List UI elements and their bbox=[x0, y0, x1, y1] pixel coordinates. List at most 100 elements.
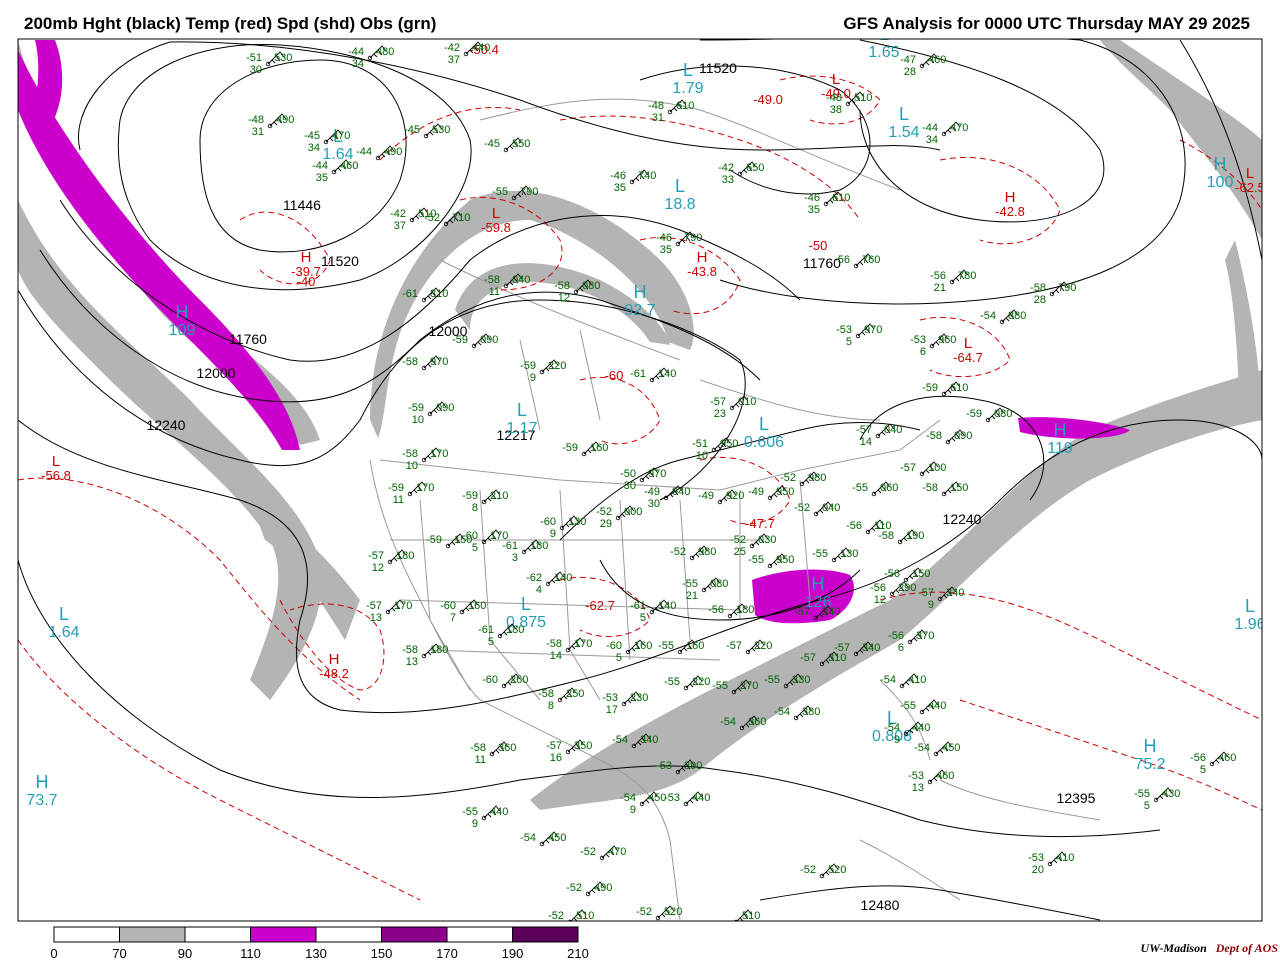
high-center-marker: H-48.2 bbox=[319, 651, 349, 681]
temperature-contour-label: -60 bbox=[605, 368, 624, 383]
obs-height: 950 bbox=[776, 486, 794, 498]
obs-temperature: -52 bbox=[566, 882, 582, 894]
obs-dewpoint-depression: 31 bbox=[252, 126, 264, 138]
station-observation: -52 510 bbox=[548, 909, 594, 922]
obs-height: 340 bbox=[862, 642, 880, 654]
height-contour-label: 11520 bbox=[321, 253, 359, 269]
obs-height: 470 bbox=[950, 122, 968, 134]
station-observation: -58 250 8 bbox=[538, 687, 584, 712]
obs-temperature: -54 bbox=[612, 734, 628, 746]
obs-height: 230 bbox=[630, 692, 648, 704]
obs-height: 430 bbox=[1162, 788, 1180, 800]
obs-height: 710 bbox=[452, 212, 470, 224]
obs-height: 080 bbox=[582, 280, 600, 292]
center-letter: H bbox=[812, 574, 825, 594]
obs-temperature: -44 bbox=[348, 46, 364, 58]
station-observation: -55 430 5 bbox=[1134, 787, 1180, 812]
legend-tick-label: 210 bbox=[567, 946, 589, 960]
station-observation: -58 790 28 bbox=[1030, 281, 1076, 306]
obs-height: 260 bbox=[510, 674, 528, 686]
obs-temperature: -57 bbox=[918, 587, 934, 599]
obs-dewpoint-depression: 13 bbox=[370, 612, 382, 624]
station-observation: -52 980 bbox=[780, 471, 826, 487]
obs-temperature: -53 bbox=[910, 334, 926, 346]
obs-temperature: -52 bbox=[596, 506, 612, 518]
obs-dewpoint-depression: 12 bbox=[372, 562, 384, 574]
obs-height: 140 bbox=[554, 572, 572, 584]
obs-height: 920 bbox=[726, 490, 744, 502]
obs-height: 030 bbox=[758, 534, 776, 546]
obs-temperature: -56 bbox=[870, 582, 886, 594]
height-contour-label: 12480 bbox=[861, 897, 900, 913]
obs-temperature: -55 bbox=[712, 680, 728, 692]
obs-dewpoint-depression: 30 bbox=[648, 498, 660, 510]
obs-temperature: -53 bbox=[656, 760, 672, 772]
obs-height: 970 bbox=[430, 356, 448, 368]
obs-height: 090 bbox=[436, 402, 454, 414]
station-observation: -52 000 29 bbox=[596, 505, 642, 530]
obs-height: 970 bbox=[648, 468, 666, 480]
obs-temperature: -57 bbox=[794, 606, 810, 618]
obs-temperature: -55 bbox=[764, 674, 780, 686]
obs-height: 160 bbox=[634, 640, 652, 652]
station-observation: -44 460 35 bbox=[312, 159, 358, 184]
legend-swatch bbox=[184, 926, 251, 943]
obs-height: 410 bbox=[908, 674, 926, 686]
center-value: -62.5 bbox=[1235, 180, 1265, 195]
obs-temperature: -57 bbox=[546, 740, 562, 752]
obs-dewpoint-depression: 5 bbox=[616, 652, 622, 664]
obs-temperature: -53 bbox=[1028, 852, 1044, 864]
center-value: 1.17 bbox=[506, 420, 537, 437]
temperature-contour-label: -50 bbox=[809, 238, 828, 253]
obs-temperature: -60 bbox=[540, 516, 556, 528]
station-observation: -61 810 bbox=[402, 287, 448, 303]
low-center-marker: L18.8 bbox=[664, 176, 695, 213]
obs-temperature: -49 bbox=[748, 486, 764, 498]
center-letter: H bbox=[1214, 154, 1227, 174]
obs-height: 980 bbox=[808, 472, 826, 484]
obs-temperature: -57 bbox=[726, 640, 742, 652]
obs-height: 510 bbox=[576, 910, 594, 922]
obs-height: 160 bbox=[686, 640, 704, 652]
obs-temperature: -46 bbox=[610, 170, 626, 182]
jet-max-atlantic bbox=[1018, 417, 1130, 439]
obs-dewpoint-depression: 7 bbox=[450, 612, 456, 624]
temperature-contour-label: -49.0 bbox=[753, 92, 783, 107]
obs-height: 490 bbox=[384, 146, 402, 158]
obs-temperature: -55 bbox=[900, 700, 916, 712]
center-value: 109 bbox=[169, 322, 196, 339]
center-letter: L bbox=[879, 24, 889, 44]
obs-temperature: -59 bbox=[520, 360, 536, 372]
obs-temperature: -61 bbox=[502, 540, 518, 552]
obs-temperature: -52 bbox=[424, 212, 440, 224]
station-observation: -60 160 7 bbox=[440, 599, 486, 624]
station-observation: -59 210 8 bbox=[462, 489, 508, 514]
obs-height: 270 bbox=[740, 680, 758, 692]
legend-tick-label: 0 bbox=[50, 946, 57, 960]
high-center-marker: H-39.7 bbox=[291, 249, 321, 279]
obs-height: 470 bbox=[332, 130, 350, 142]
temperature-contour-label: -47.7 bbox=[745, 516, 775, 531]
center-letter: L bbox=[521, 594, 531, 614]
center-value: 1.96 bbox=[1234, 616, 1265, 633]
obs-height: 090 bbox=[954, 430, 972, 442]
obs-dewpoint-depression: 6 bbox=[920, 346, 926, 358]
obs-height: 360 bbox=[498, 742, 516, 754]
obs-dewpoint-depression: 8 bbox=[548, 700, 554, 712]
obs-temperature: -49 bbox=[698, 490, 714, 502]
obs-temperature: -59 bbox=[388, 482, 404, 494]
obs-temperature: -51 bbox=[246, 52, 262, 64]
station-observation: -56 150 bbox=[884, 567, 930, 583]
center-value: 1.65 bbox=[868, 44, 899, 61]
obs-height: 130 bbox=[568, 516, 586, 528]
obs-dewpoint-depression: 13 bbox=[912, 782, 924, 794]
obs-temperature: -46 bbox=[804, 192, 820, 204]
obs-height: 340 bbox=[640, 734, 658, 746]
station-observation: -58 970 bbox=[402, 355, 448, 371]
obs-temperature: -57 bbox=[710, 396, 726, 408]
obs-height: 410 bbox=[1056, 852, 1074, 864]
obs-height: 180 bbox=[396, 550, 414, 562]
obs-temperature: -55 bbox=[664, 676, 680, 688]
obs-temperature: -56 bbox=[888, 630, 904, 642]
low-center-marker: L-64.7 bbox=[953, 335, 983, 365]
